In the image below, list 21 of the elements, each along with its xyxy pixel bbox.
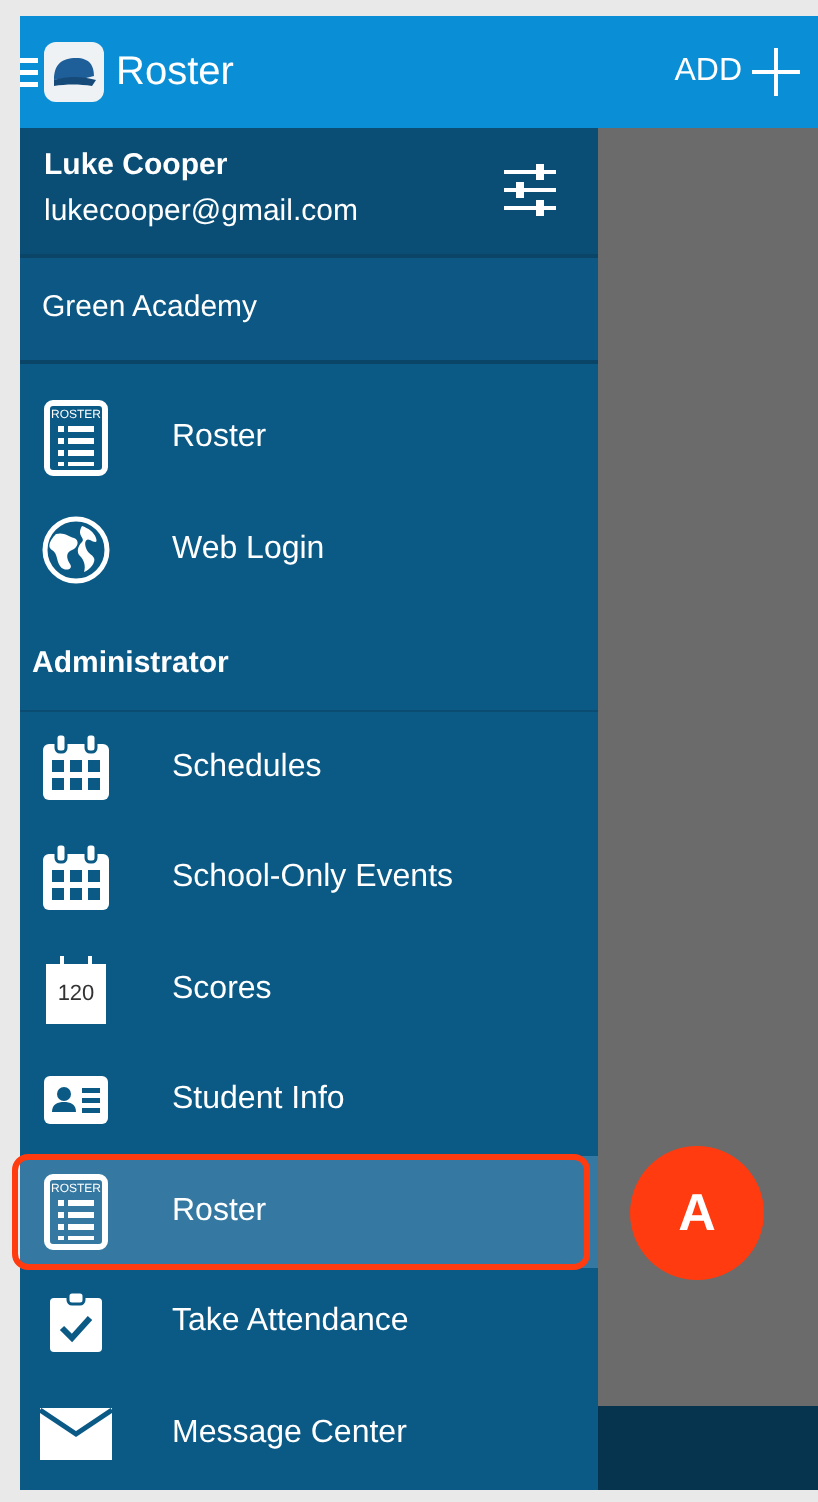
plus-icon	[750, 46, 802, 98]
settings-icon[interactable]	[502, 161, 558, 217]
add-button[interactable]: ADD	[674, 46, 802, 98]
id-card-icon	[44, 1076, 108, 1125]
clipboard-check-icon	[48, 1290, 104, 1355]
menu-item[interactable]: School-Only Events	[20, 823, 598, 934]
user-name: Luke Cooper	[44, 146, 230, 186]
menu-item[interactable]: 120 Scores	[20, 934, 598, 1045]
app-title: Roster	[116, 48, 234, 98]
menu-icon[interactable]	[20, 56, 40, 88]
menu-item[interactable]: Schedules	[20, 712, 598, 823]
menu-item[interactable]: Student Info	[20, 1045, 598, 1156]
envelope-icon	[40, 1407, 112, 1460]
globe-icon	[42, 515, 110, 584]
calendar-icon	[40, 731, 112, 804]
app-logo-icon	[44, 42, 104, 102]
menu-item[interactable]: Web Login	[20, 494, 598, 605]
menu-item[interactable]: Message Center	[20, 1378, 598, 1489]
calendar-icon	[40, 842, 112, 915]
user-email: lukecooper@gmail.com	[44, 191, 358, 231]
menu-item[interactable]: Take Attendance	[20, 1267, 598, 1378]
